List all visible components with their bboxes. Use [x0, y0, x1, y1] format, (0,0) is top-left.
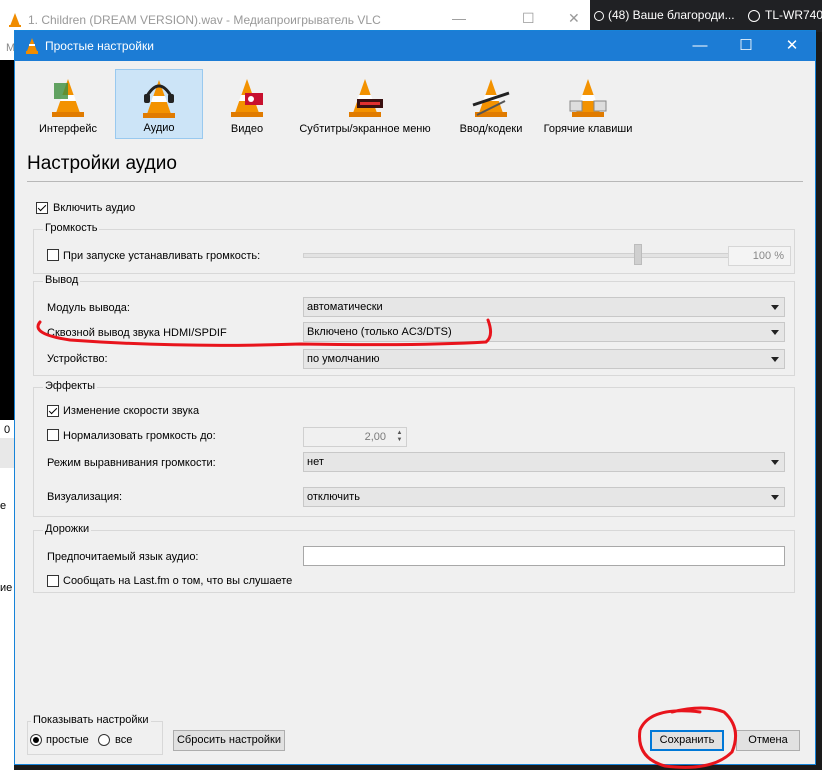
chevron-down-icon	[771, 330, 779, 335]
audio-headset-cone-icon	[143, 80, 175, 118]
background-window-title: 1. Children (DREAM VERSION).wav - Медиап…	[28, 13, 381, 27]
video-cone-icon	[231, 79, 263, 117]
background-video-area	[0, 60, 14, 420]
lastfm-checkbox[interactable]	[47, 575, 59, 587]
show-settings-title: Показывать настройки	[31, 714, 151, 726]
visualization-dropdown[interactable]: отключить	[303, 487, 785, 507]
lastfm-label: Сообщать на Last.fm о том, что вы слушае…	[63, 575, 293, 587]
background-maximize-icon[interactable]: ☐	[522, 10, 535, 27]
interface-cone-icon	[52, 79, 84, 117]
spdif-label: Сквозной вывод звука HDMI/SPDIF	[47, 327, 227, 339]
maximize-button[interactable]: ☐	[723, 31, 769, 61]
output-module-label: Модуль вывода:	[47, 302, 130, 314]
all-radio-label: все	[115, 734, 133, 746]
category-hotkeys[interactable]: Горячие клавиши	[539, 69, 637, 139]
effects-group-title: Эффекты	[43, 380, 98, 392]
chevron-down-icon	[771, 495, 779, 500]
normalize-checkbox[interactable]	[47, 429, 59, 441]
dialog-titlebar[interactable]: Простые настройки — ☐ ✕	[15, 31, 815, 61]
dialog-title: Простые настройки	[45, 39, 154, 53]
preferred-language-label: Предпочитаемый язык аудио:	[47, 551, 199, 563]
browser-tab-strip: (48) Ваше благороди... TL-WR740	[590, 0, 822, 32]
simple-radio[interactable]	[30, 734, 42, 746]
background-close-icon[interactable]: ✕	[568, 10, 580, 27]
reset-settings-button[interactable]: Сбросить настройки	[173, 730, 285, 751]
preferences-dialog: Простые настройки — ☐ ✕ Интерфейс Аудио	[14, 30, 816, 765]
codecs-cone-icon	[472, 79, 510, 117]
section-title: Настройки аудио	[27, 153, 177, 174]
section-divider	[27, 181, 803, 182]
category-subtitles[interactable]: Субтитры/экранное меню	[295, 69, 435, 139]
enable-audio-checkbox[interactable]	[36, 202, 48, 214]
enable-audio-label: Включить аудио	[53, 202, 136, 214]
background-control-strip	[0, 438, 14, 468]
category-video[interactable]: Видео	[215, 69, 279, 139]
time-stretch-label: Изменение скорости звука	[63, 405, 200, 417]
cancel-button[interactable]: Отмена	[736, 730, 800, 751]
volume-slider-track[interactable]	[303, 253, 730, 258]
replay-gain-dropdown[interactable]: нет	[303, 452, 785, 472]
browser-tab[interactable]: (48) Ваше благороди...	[594, 8, 735, 22]
browser-tab[interactable]: TL-WR740	[748, 8, 822, 22]
normalize-value-spinbox[interactable]: 2,00 ▲ ▼	[303, 427, 407, 447]
output-module-dropdown[interactable]: автоматически	[303, 297, 785, 317]
close-button[interactable]: ✕	[769, 31, 815, 61]
chevron-down-icon	[771, 460, 779, 465]
globe-icon	[748, 10, 760, 22]
tracks-group-title: Дорожки	[43, 523, 92, 535]
background-text-fragment: 0	[4, 424, 11, 436]
normalize-label: Нормализовать громкость до:	[63, 430, 216, 442]
visualization-label: Визуализация:	[47, 491, 123, 503]
minimize-button[interactable]: —	[677, 31, 723, 61]
vlc-cone-icon	[8, 13, 22, 30]
chevron-down-icon	[771, 305, 779, 310]
all-radio[interactable]	[98, 734, 110, 746]
simple-radio-label: простые	[46, 734, 89, 746]
output-group-title: Вывод	[43, 274, 81, 286]
volume-value-box: 100 %	[728, 246, 791, 266]
spdif-dropdown[interactable]: Включено (только AC3/DTS)	[303, 322, 785, 342]
spin-down-icon[interactable]: ▼	[395, 437, 404, 444]
spin-up-icon[interactable]: ▲	[395, 430, 404, 437]
save-button[interactable]: Сохранить	[650, 730, 724, 751]
vlc-cone-icon	[25, 38, 39, 57]
device-dropdown[interactable]: по умолчанию	[303, 349, 785, 369]
device-label: Устройство:	[47, 353, 108, 365]
category-toolbar: Интерфейс Аудио Видео Субтитры/экранное …	[25, 69, 645, 141]
category-interface[interactable]: Интерфейс	[33, 69, 103, 139]
chevron-down-icon	[771, 357, 779, 362]
preferred-language-input[interactable]	[303, 546, 785, 566]
startup-volume-checkbox[interactable]	[47, 249, 59, 261]
startup-volume-label: При запуске устанавливать громкость:	[63, 250, 261, 262]
replay-gain-label: Режим выравнивания громкости:	[47, 457, 216, 469]
volume-group-title: Громкость	[43, 222, 100, 234]
browser-tab-icon	[594, 11, 604, 21]
background-text-fragment: ие	[0, 582, 13, 594]
background-minimize-icon[interactable]: —	[452, 10, 466, 26]
subtitles-cone-icon	[349, 79, 383, 117]
volume-slider-handle[interactable]	[634, 244, 642, 265]
time-stretch-checkbox[interactable]	[47, 405, 59, 417]
background-text-fragment: е	[0, 500, 7, 512]
category-codecs[interactable]: Ввод/кодеки	[451, 69, 531, 139]
category-audio[interactable]: Аудио	[115, 69, 203, 139]
hotkeys-cone-icon	[569, 79, 607, 117]
